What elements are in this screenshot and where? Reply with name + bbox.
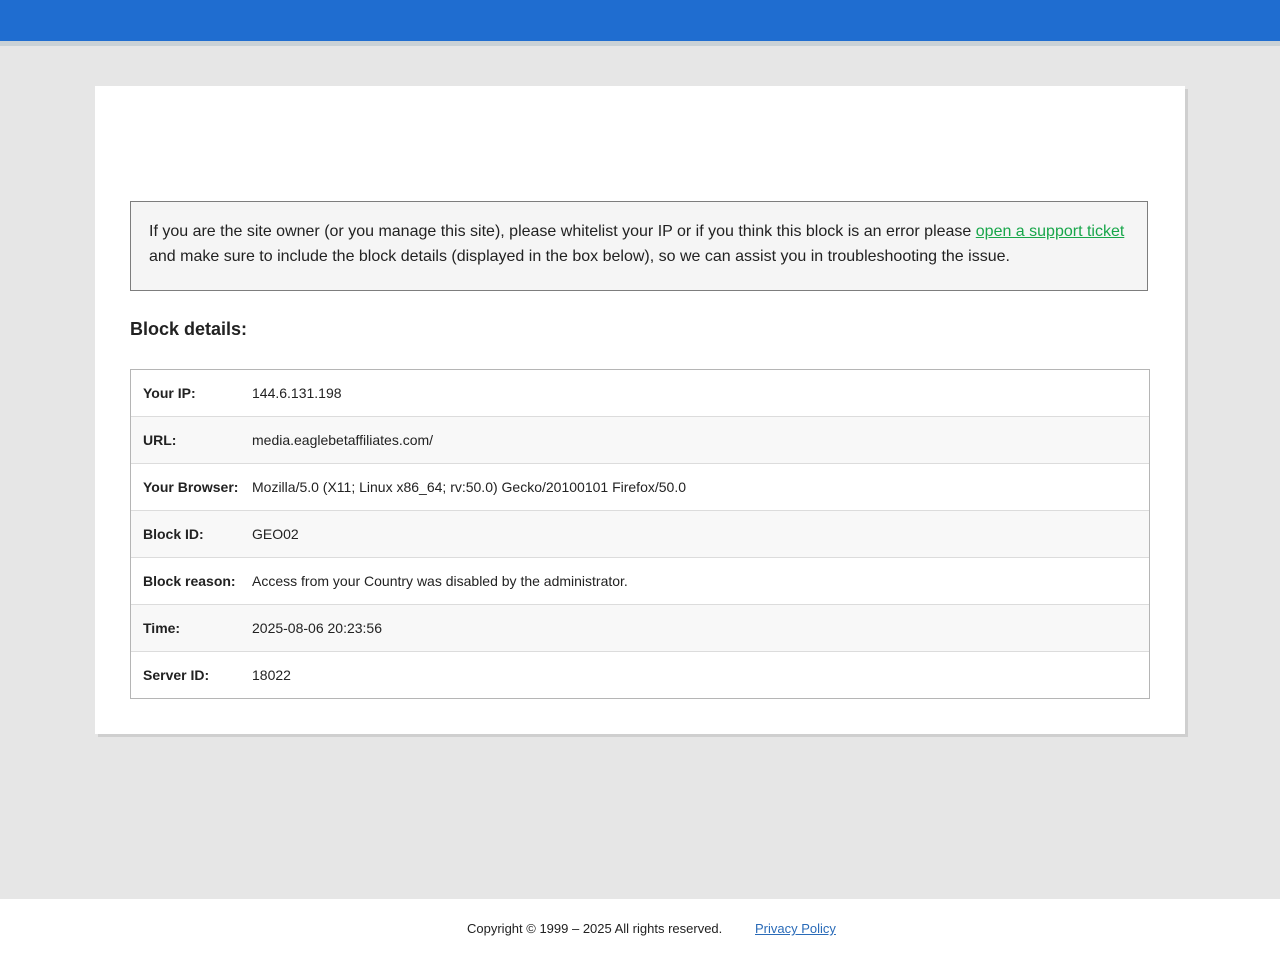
detail-label: Block reason: bbox=[143, 573, 236, 589]
page-footer: Copyright © 1999 – 2025 All rights reser… bbox=[0, 899, 1280, 960]
block-page-card: If you are the site owner (or you manage… bbox=[95, 86, 1185, 734]
privacy-policy-link[interactable]: Privacy Policy bbox=[755, 921, 836, 936]
detail-value: 2025-08-06 20:23:56 bbox=[252, 620, 382, 636]
detail-value: 18022 bbox=[252, 667, 291, 683]
notice-text-after: and make sure to include the block detai… bbox=[149, 248, 1010, 265]
copyright-text: Copyright © 1999 – 2025 All rights reser… bbox=[467, 921, 723, 936]
detail-label: Server ID: bbox=[143, 667, 210, 683]
detail-value: Access from your Country was disabled by… bbox=[252, 573, 628, 589]
table-row: Time: 2025-08-06 20:23:56 bbox=[131, 604, 1149, 651]
detail-label: Block ID: bbox=[143, 526, 204, 542]
site-owner-notice: If you are the site owner (or you manage… bbox=[130, 201, 1148, 291]
table-row: Server ID: 18022 bbox=[131, 651, 1149, 698]
detail-value: 144.6.131.198 bbox=[252, 385, 342, 401]
support-ticket-link[interactable]: open a support ticket bbox=[976, 223, 1125, 240]
detail-value: Mozilla/5.0 (X11; Linux x86_64; rv:50.0)… bbox=[252, 479, 686, 495]
table-row: Your IP: 144.6.131.198 bbox=[131, 370, 1149, 416]
table-row: URL: media.eaglebetaffiliates.com/ bbox=[131, 416, 1149, 463]
detail-label: Your Browser: bbox=[143, 479, 239, 495]
detail-value: GEO02 bbox=[252, 526, 299, 542]
table-row: Your Browser: Mozilla/5.0 (X11; Linux x8… bbox=[131, 463, 1149, 510]
block-details-table: Your IP: 144.6.131.198 URL: media.eagleb… bbox=[130, 369, 1150, 699]
table-row: Block reason: Access from your Country w… bbox=[131, 557, 1149, 604]
table-row: Block ID: GEO02 bbox=[131, 510, 1149, 557]
block-details-title: Block details: bbox=[130, 319, 248, 339]
detail-label: Your IP: bbox=[143, 385, 196, 401]
detail-value: media.eaglebetaffiliates.com/ bbox=[252, 432, 434, 448]
notice-text-before: If you are the site owner (or you manage… bbox=[149, 223, 976, 240]
top-bar bbox=[0, 0, 1280, 46]
detail-label: URL: bbox=[143, 432, 177, 448]
detail-label: Time: bbox=[143, 620, 181, 636]
